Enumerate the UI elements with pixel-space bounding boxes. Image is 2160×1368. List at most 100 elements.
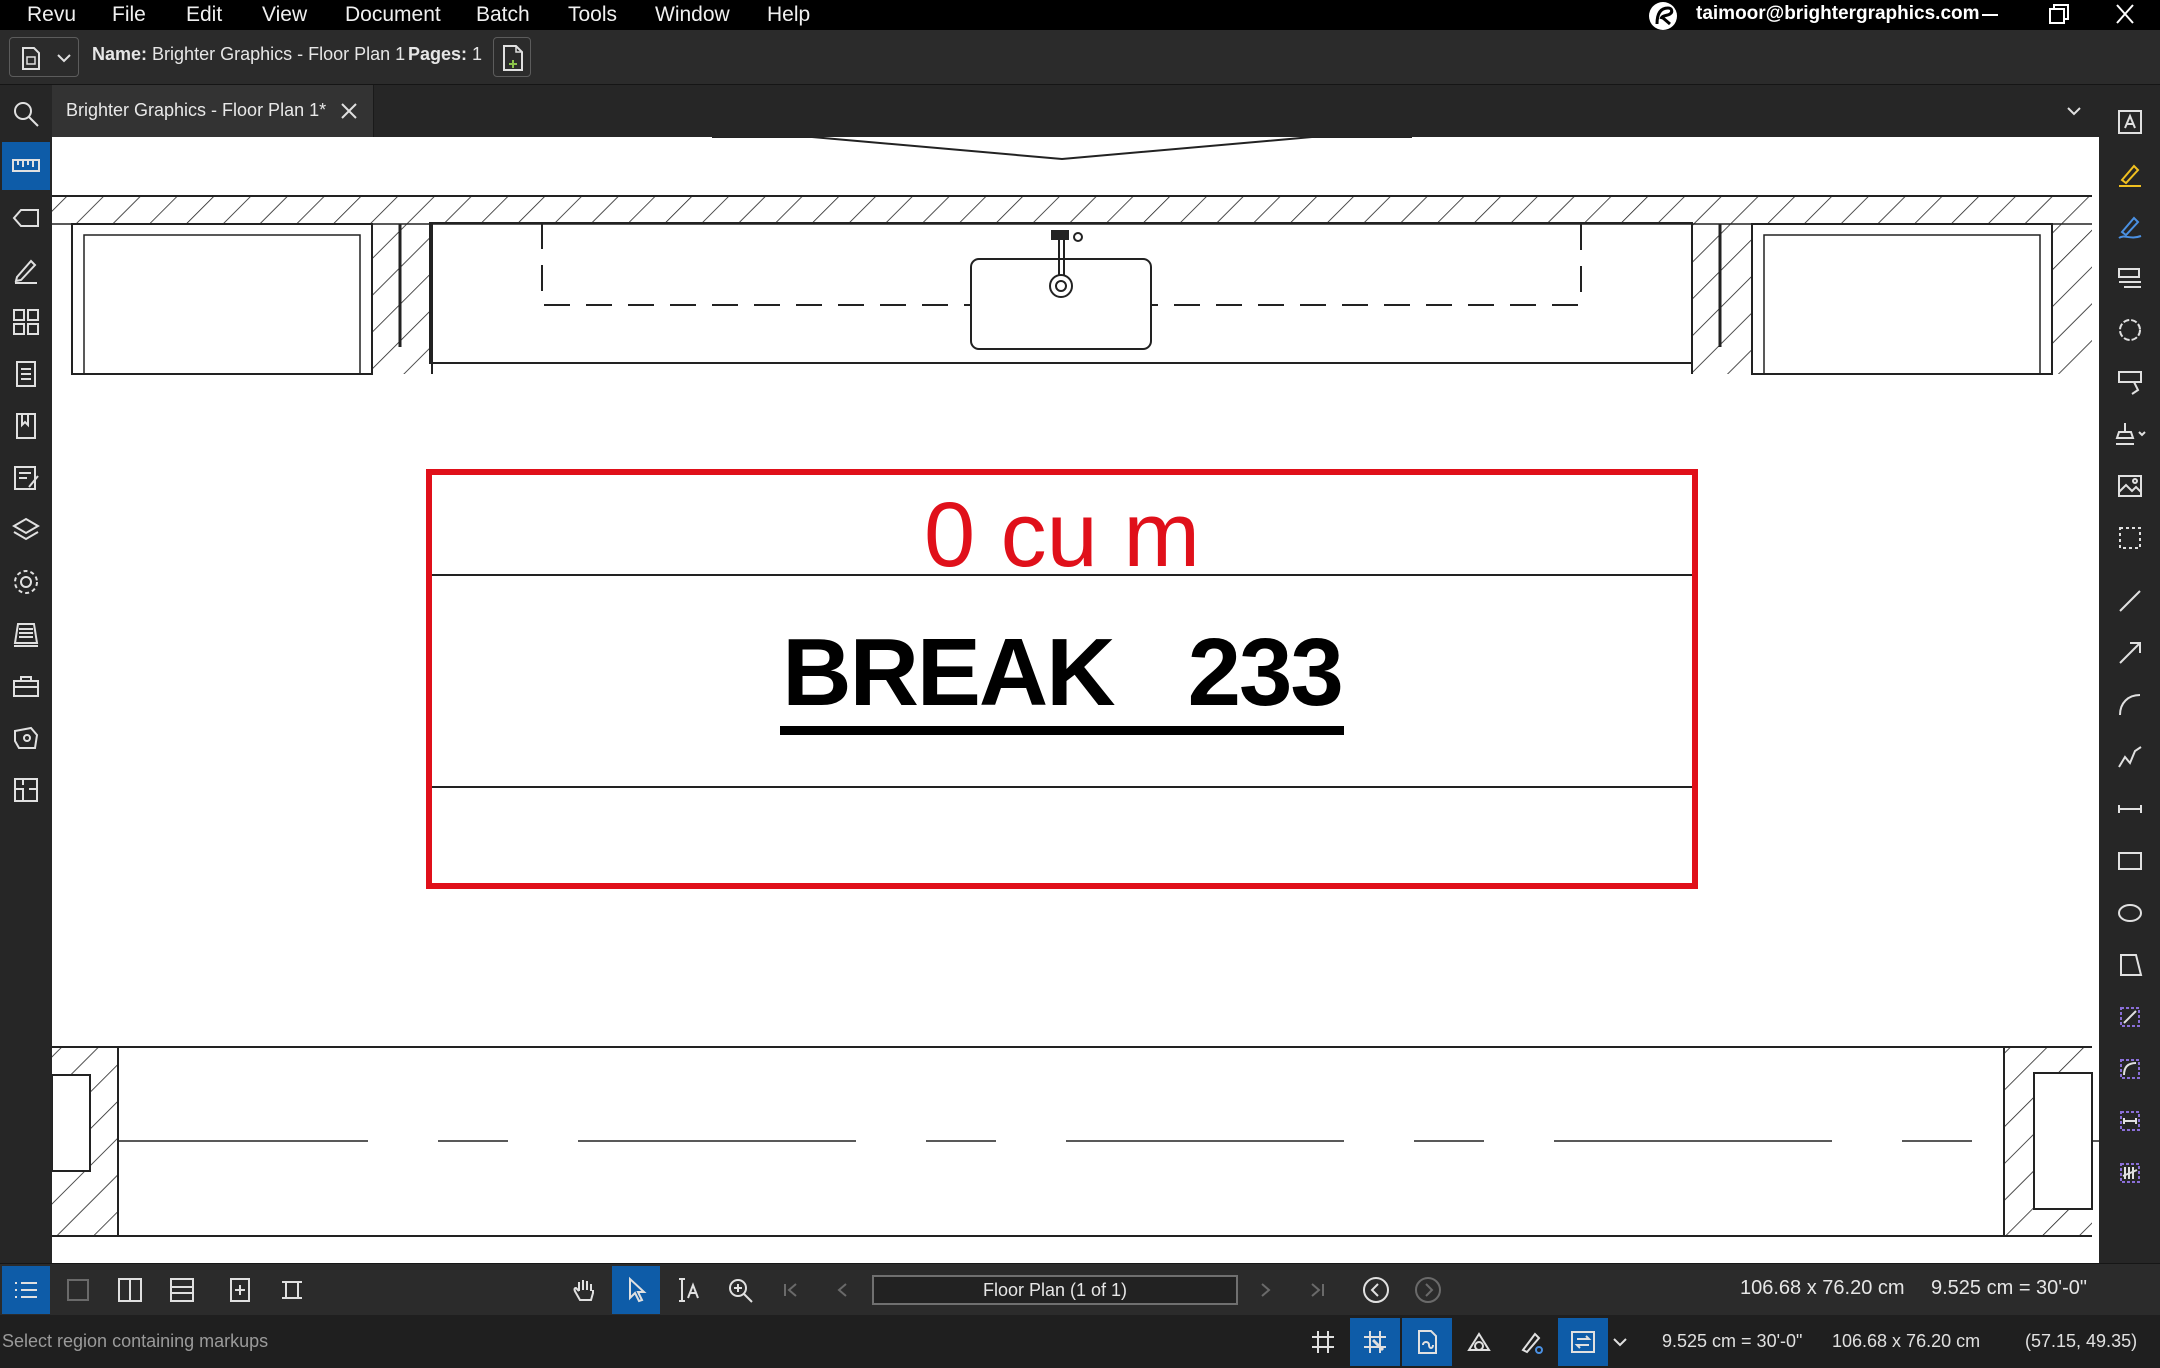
snapshot-tool[interactable] [2107,515,2153,561]
document-menu-button[interactable] [9,37,79,77]
room-callout-markup[interactable]: 0 cu m BREAK 233 [426,469,1698,889]
snap-to-grid-toggle[interactable] [1350,1318,1400,1366]
split-horizontal-button[interactable] [158,1266,206,1314]
markups-list-icon [16,361,36,387]
menu-batch[interactable]: Batch [476,0,530,30]
typewriter-tool[interactable] [2107,255,2153,301]
cloud-tool[interactable] [2107,307,2153,353]
menu-help[interactable]: Help [767,0,810,30]
dimension-tool[interactable] [2107,786,2153,832]
ellipse-tool[interactable] [2107,890,2153,936]
menu-bar: Revu File Edit View Document Batch Tools… [0,0,2160,30]
pen-tool[interactable] [2107,203,2153,249]
settings-icon [14,570,38,594]
document-canvas[interactable]: 0 cu m BREAK 233 [52,137,2099,1263]
area-tool[interactable] [2107,1046,2153,1092]
grid-toggle[interactable] [1298,1318,1348,1366]
single-page-view-button[interactable] [54,1266,102,1314]
perimeter-tool[interactable] [2107,994,2153,1040]
area-icon [2120,1059,2140,1079]
length-tool[interactable] [2107,1098,2153,1144]
close-tab-icon[interactable] [337,99,361,123]
pen-icon [2118,216,2142,239]
measure-icon [12,159,40,172]
menu-revu[interactable]: Revu [27,0,76,30]
polygon-tool[interactable] [2107,942,2153,988]
restore-icon[interactable] [2028,0,2088,30]
next-page-button[interactable] [1242,1266,1290,1314]
zoom-tool-button[interactable] [716,1266,764,1314]
line-tool[interactable] [2107,578,2153,624]
menu-document[interactable]: Document [345,0,441,30]
account-email[interactable]: taimoor@brightergraphics.com [1696,0,1980,28]
count-tool[interactable] [2107,1150,2153,1196]
arrow-icon [2119,642,2141,664]
properties-panel-button[interactable] [2,558,50,606]
callout-tool[interactable] [2107,359,2153,405]
tab-title: Brighter Graphics - Floor Plan 1* [66,100,327,120]
signatures-panel-button[interactable] [2,610,50,658]
forms-panel-button[interactable] [2,454,50,502]
next-view-button[interactable] [1404,1266,1452,1314]
sync-toggle[interactable] [1558,1318,1608,1366]
menu-edit[interactable]: Edit [186,0,222,30]
panel-toggle-button[interactable] [2,1266,50,1314]
insert-page-button[interactable] [493,37,531,77]
split-vertical-button[interactable] [106,1266,154,1314]
select-text-button[interactable] [664,1266,712,1314]
menu-view[interactable]: View [262,0,307,30]
bookmarks-icon [16,413,36,439]
text-select-icon [679,1278,699,1302]
sync-options-dropdown[interactable] [1606,1318,1634,1366]
polyline-tool[interactable] [2107,734,2153,780]
close-window-icon[interactable] [2095,0,2155,30]
search-panel-button[interactable] [2,90,50,138]
highlighter-tool[interactable] [2107,151,2153,197]
snap-to-markup-toggle[interactable] [1454,1318,1504,1366]
sync-view-button[interactable] [216,1266,264,1314]
pen-panel-button[interactable] [2,246,50,294]
document-tab[interactable]: Brighter Graphics - Floor Plan 1* [52,85,374,137]
layers-panel-button[interactable] [2,506,50,554]
tab-list-chevron-icon[interactable] [2060,99,2088,123]
page-size-readout: 106.68 x 76.20 cm [1740,1277,1905,1299]
reuse-tool-toggle[interactable] [1506,1318,1556,1366]
pan-tool-button[interactable] [560,1266,608,1314]
compare-button[interactable] [268,1266,316,1314]
spaces-panel-button[interactable] [2,714,50,762]
scale-readout: 9.525 cm = 30'-0" [1931,1277,2088,1299]
previous-view-button[interactable] [1352,1266,1400,1314]
tool-chest-panel-button[interactable] [2,662,50,710]
grid-icon [1312,1331,1334,1353]
page-navigator[interactable]: Floor Plan (1 of 1) [872,1275,1238,1305]
menu-file[interactable]: File [112,0,146,30]
navigation-toolbar: Floor Plan (1 of 1) 106.68 x 76.20 cm 9.… [0,1263,2160,1315]
select-tool-button[interactable] [612,1266,660,1314]
menu-window[interactable]: Window [655,0,730,30]
status-bar: Select region containing markups 9.525 c… [0,1315,2160,1368]
sets-panel-button[interactable] [2,766,50,814]
highlighter-icon [2119,164,2141,187]
snap-to-content-toggle[interactable] [1402,1318,1452,1366]
previous-page-button[interactable] [818,1266,866,1314]
arrow-tool[interactable] [2107,630,2153,676]
rectangle-tool[interactable] [2107,838,2153,884]
thumbnails-panel-button[interactable] [2,298,50,346]
account-logo-icon[interactable] [1648,1,1678,31]
minimize-icon[interactable] [1960,0,2020,30]
last-page-icon [1311,1283,1324,1297]
stamp-tool[interactable] [2107,411,2153,457]
first-page-button[interactable] [766,1266,814,1314]
measurements-panel-button[interactable] [2,142,50,190]
image-tool[interactable] [2107,463,2153,509]
document-pages: Pages: 1 [408,44,483,64]
sets-icon [14,778,38,802]
markups-list-panel-button[interactable] [2,194,50,242]
pointer-icon [629,1276,647,1303]
menu-tools[interactable]: Tools [568,0,617,30]
last-page-button[interactable] [1294,1266,1342,1314]
file-access-panel-button[interactable] [2,350,50,398]
text-box-tool[interactable] [2107,99,2153,145]
arc-tool[interactable] [2107,682,2153,728]
bookmarks-panel-button[interactable] [2,402,50,450]
